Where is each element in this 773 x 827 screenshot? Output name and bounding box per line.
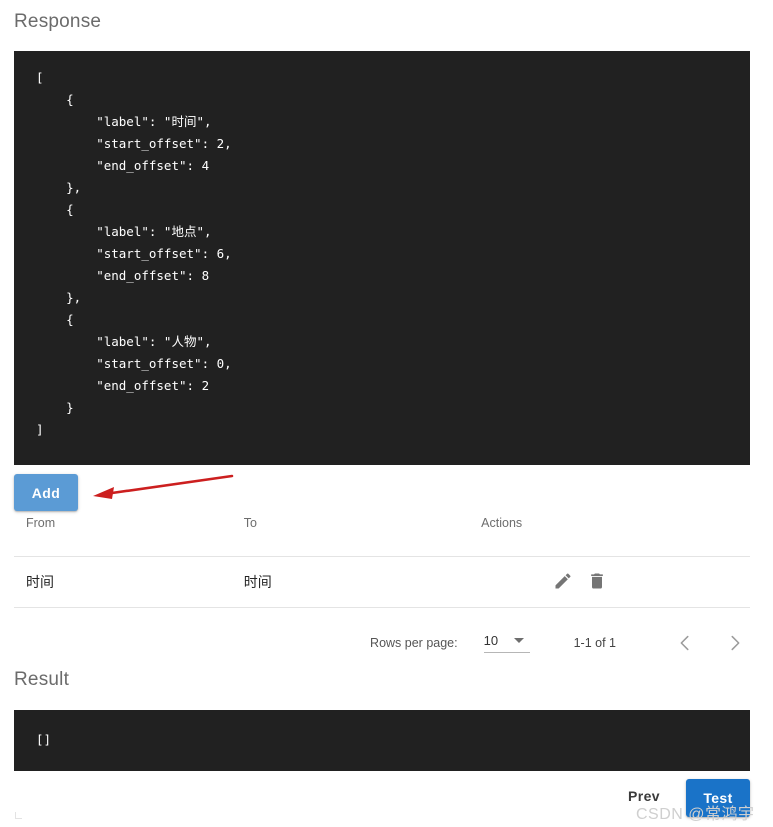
rows-per-page-label: Rows per page:: [370, 636, 458, 650]
cell-to: 时间: [231, 556, 470, 608]
rows-per-page-value: 10: [483, 633, 499, 648]
column-header-to: To: [231, 516, 470, 557]
column-header-actions: Actions: [469, 516, 750, 557]
chevron-left-icon[interactable]: [670, 628, 700, 658]
add-button[interactable]: Add: [14, 474, 78, 511]
cell-from: 时间: [14, 556, 232, 608]
rows-per-page-select[interactable]: 10: [483, 633, 530, 653]
response-code-block: [ { "label": "时间", "start_offset": 2, "e…: [14, 50, 750, 465]
chevron-right-icon[interactable]: [720, 628, 750, 658]
result-section-title: Result: [14, 669, 70, 690]
response-section-title: Response: [14, 11, 102, 32]
edit-icon[interactable]: [553, 571, 575, 593]
annotation-arrow: [93, 474, 234, 499]
prev-button[interactable]: Prev: [620, 783, 668, 809]
table-header-row: From To Actions: [14, 516, 750, 557]
page-edge-fragment: [15, 812, 22, 819]
result-code-block: []: [14, 709, 750, 771]
mapping-table: From To Actions 时间 时间: [14, 516, 750, 608]
column-header-from: From: [14, 516, 232, 557]
cell-actions: [469, 556, 750, 608]
test-button[interactable]: Test: [686, 779, 750, 817]
chevron-down-icon: [514, 638, 525, 643]
page-range-label: 1-1 of 1: [573, 636, 616, 650]
pagination-bar: Rows per page: 10 1-1 of 1: [14, 620, 750, 666]
delete-icon[interactable]: [587, 571, 609, 593]
table-row: 时间 时间: [14, 556, 750, 608]
